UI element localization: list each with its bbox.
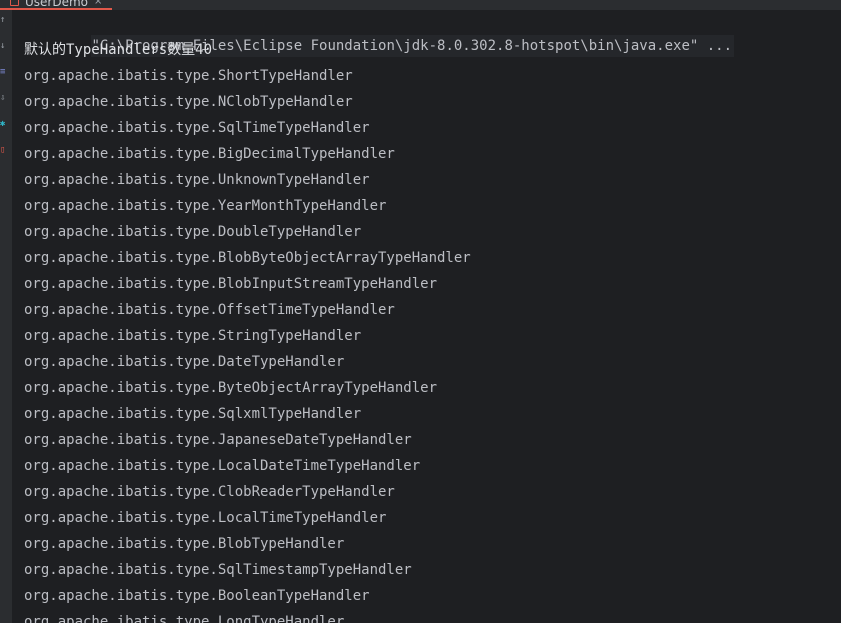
soft-wrap-icon[interactable]: ≡ <box>0 68 10 77</box>
command-line-row: "C:\Program Files\Eclipse Foundation\jdk… <box>24 13 735 57</box>
console-output-line: org.apache.ibatis.type.BlobInputStreamTy… <box>24 276 438 292</box>
console-output-line: org.apache.ibatis.type.StringTypeHandler <box>24 328 362 344</box>
run-tool-window: UserDemo × ↑ ↓ ≡ ⇩ ✱ ▯ "C:\Program Files\Ecli… <box>0 0 841 623</box>
console-output-line: org.apache.ibatis.type.OffsetTimeTypeHan… <box>24 302 395 318</box>
console-output-line: org.apache.ibatis.type.BooleanTypeHandle… <box>24 588 370 604</box>
console-output-line: org.apache.ibatis.type.LocalTimeTypeHand… <box>24 510 387 526</box>
console-output-line: org.apache.ibatis.type.DoubleTypeHandler <box>24 224 362 240</box>
console-output-line: org.apache.ibatis.type.ShortTypeHandler <box>24 68 353 84</box>
console-output[interactable]: "C:\Program Files\Eclipse Foundation\jdk… <box>12 10 841 623</box>
console-output-line: org.apache.ibatis.type.UnknownTypeHandle… <box>24 172 370 188</box>
console-output-line: org.apache.ibatis.type.BlobByteObjectArr… <box>24 250 471 266</box>
console-output-line: org.apache.ibatis.type.DateTypeHandler <box>24 354 345 370</box>
console-output-line: org.apache.ibatis.type.ClobReaderTypeHan… <box>24 484 395 500</box>
console-output-line: org.apache.ibatis.type.ByteObjectArrayTy… <box>24 380 438 396</box>
scroll-end-icon[interactable]: ⇩ <box>0 94 10 103</box>
trash-icon[interactable]: ▯ <box>0 146 10 155</box>
console-output-line: org.apache.ibatis.type.YearMonthTypeHand… <box>24 198 387 214</box>
run-tab-bar: UserDemo × <box>0 0 841 10</box>
up-arrow-icon[interactable]: ↑ <box>0 16 10 25</box>
console-output-line: org.apache.ibatis.type.SqlxmlTypeHandler <box>24 406 362 422</box>
console-output-line: org.apache.ibatis.type.NClobTypeHandler <box>24 94 353 110</box>
console-output-line: org.apache.ibatis.type.LocalDateTimeType… <box>24 458 421 474</box>
settings-icon[interactable]: ✱ <box>0 120 10 129</box>
console-output-line: org.apache.ibatis.type.JapaneseDateTypeH… <box>24 432 412 448</box>
close-icon[interactable]: × <box>94 0 102 7</box>
run-config-icon <box>10 0 19 6</box>
console-output-line: org.apache.ibatis.type.LongTypeHandler <box>24 614 345 623</box>
down-arrow-icon[interactable]: ↓ <box>0 42 10 51</box>
console-output-line: org.apache.ibatis.type.BigDecimalTypeHan… <box>24 146 395 162</box>
console-output-line: org.apache.ibatis.type.SqlTimeTypeHandle… <box>24 120 370 136</box>
console-toolbar: ↑ ↓ ≡ ⇩ ✱ ▯ <box>0 10 10 623</box>
console-output-line: org.apache.ibatis.type.SqlTimestampTypeH… <box>24 562 412 578</box>
console-output-line: org.apache.ibatis.type.BlobTypeHandler <box>24 536 345 552</box>
run-tab-userdemo[interactable]: UserDemo × <box>0 0 112 10</box>
console-lines: "C:\Program Files\Eclipse Foundation\jdk… <box>24 13 735 623</box>
